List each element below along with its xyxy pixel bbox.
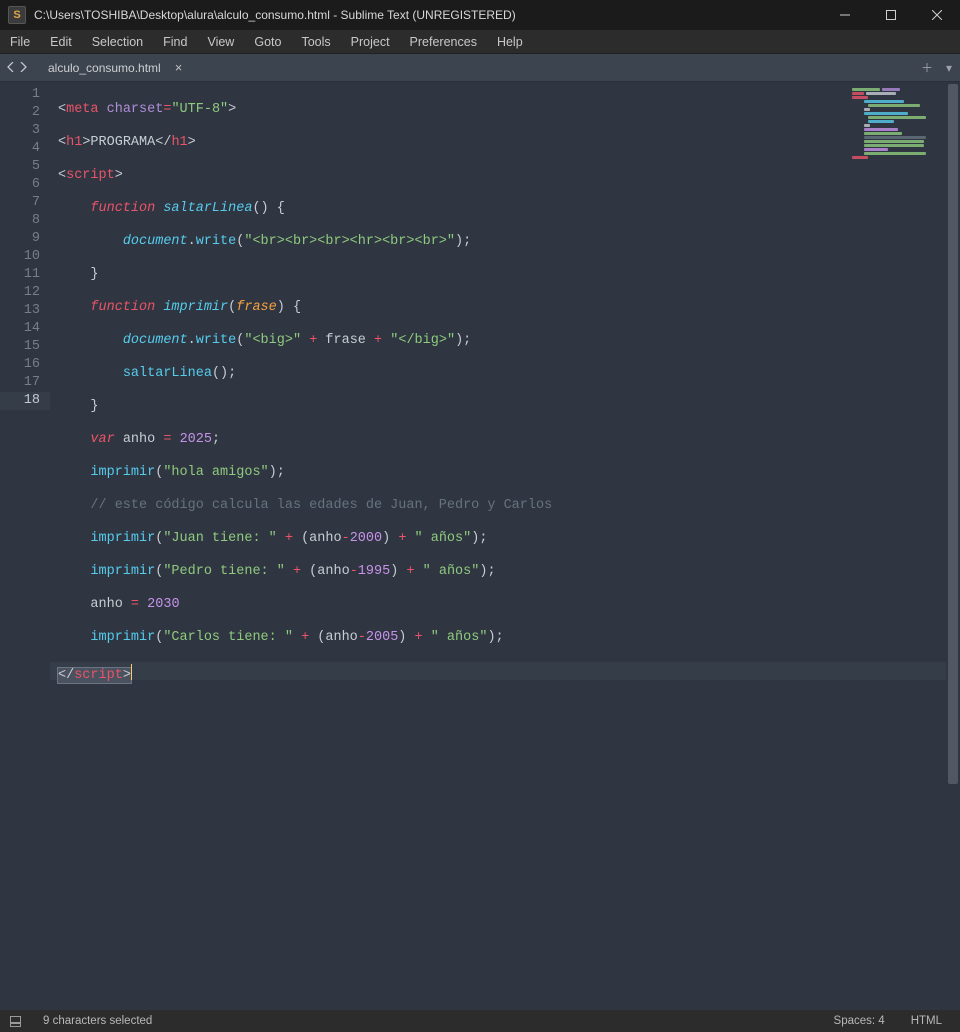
menu-bar: File Edit Selection Find View Goto Tools… <box>0 30 960 54</box>
menu-project[interactable]: Project <box>341 30 400 53</box>
line-number: 12 <box>0 284 50 302</box>
maximize-button[interactable] <box>868 0 914 30</box>
code-line[interactable]: imprimir("Carlos tiene: " + (anho-2005) … <box>50 629 960 647</box>
menu-selection[interactable]: Selection <box>82 30 153 53</box>
code-line[interactable]: // este código calcula las edades de Jua… <box>50 497 960 515</box>
code-line[interactable]: <meta charset="UTF-8"> <box>50 101 960 119</box>
status-syntax[interactable]: HTML <box>903 1015 950 1027</box>
menu-find[interactable]: Find <box>153 30 197 53</box>
line-number: 6 <box>0 176 50 194</box>
tab-close-icon[interactable]: × <box>175 61 183 74</box>
line-number: 9 <box>0 230 50 248</box>
line-number: 2 <box>0 104 50 122</box>
code-line[interactable]: } <box>50 398 960 416</box>
line-number: 15 <box>0 338 50 356</box>
menu-tools[interactable]: Tools <box>291 30 340 53</box>
title-bar: S C:\Users\TOSHIBA\Desktop\alura\alculo_… <box>0 0 960 30</box>
editor[interactable]: 1 2 3 4 5 6 7 8 9 10 11 12 13 14 15 16 1… <box>0 82 960 1010</box>
tab-menu-button[interactable]: ▾ <box>938 54 960 81</box>
code-line[interactable]: imprimir("hola amigos"); <box>50 464 960 482</box>
code-line[interactable]: saltarLinea(); <box>50 365 960 383</box>
menu-file[interactable]: File <box>0 30 40 53</box>
line-number: 17 <box>0 374 50 392</box>
code-line[interactable]: } <box>50 266 960 284</box>
line-number: 10 <box>0 248 50 266</box>
window-title: C:\Users\TOSHIBA\Desktop\alura\alculo_co… <box>34 8 822 22</box>
gutter: 1 2 3 4 5 6 7 8 9 10 11 12 13 14 15 16 1… <box>0 82 50 1010</box>
code-line[interactable]: imprimir("Pedro tiene: " + (anho-1995) +… <box>50 563 960 581</box>
tab-nav-prev-icon[interactable] <box>6 61 16 75</box>
line-number: 11 <box>0 266 50 284</box>
tab-add-button[interactable]: ＋ <box>916 54 938 81</box>
close-button[interactable] <box>914 0 960 30</box>
tab-strip: alculo_consumo.html × ＋ ▾ <box>0 54 960 82</box>
scrollbar-thumb[interactable] <box>948 84 958 784</box>
app-icon: S <box>8 6 26 24</box>
code-line[interactable]: function saltarLinea() { <box>50 200 960 218</box>
menu-help[interactable]: Help <box>487 30 533 53</box>
code-line[interactable]: <script> <box>50 167 960 185</box>
code-line[interactable]: imprimir("Juan tiene: " + (anho-2000) + … <box>50 530 960 548</box>
line-number: 4 <box>0 140 50 158</box>
app-icon-letter: S <box>13 9 20 21</box>
menu-preferences[interactable]: Preferences <box>400 30 487 53</box>
line-number: 7 <box>0 194 50 212</box>
window-controls <box>822 0 960 30</box>
vertical-scrollbar[interactable] <box>946 82 960 1010</box>
tab-nav-arrows <box>0 61 34 75</box>
status-bar: 9 characters selected Spaces: 4 HTML <box>0 1010 960 1032</box>
code-area[interactable]: <meta charset="UTF-8"> <h1>PROGRAMA</h1>… <box>50 82 960 1010</box>
line-number: 8 <box>0 212 50 230</box>
line-number: 5 <box>0 158 50 176</box>
tab-nav-next-icon[interactable] <box>18 61 28 75</box>
code-line[interactable]: function imprimir(frase) { <box>50 299 960 317</box>
tab-file[interactable]: alculo_consumo.html × <box>34 57 194 79</box>
menu-edit[interactable]: Edit <box>40 30 82 53</box>
minimap[interactable] <box>852 88 942 178</box>
code-line[interactable]: document.write("<big>" + frase + "</big>… <box>50 332 960 350</box>
line-number: 18 <box>0 392 50 410</box>
menu-goto[interactable]: Goto <box>244 30 291 53</box>
panel-switcher-icon[interactable] <box>10 1016 21 1027</box>
code-line[interactable]: </script> <box>50 662 960 680</box>
code-line[interactable]: <h1>PROGRAMA</h1> <box>50 134 960 152</box>
status-selection[interactable]: 9 characters selected <box>35 1015 160 1027</box>
line-number: 1 <box>0 86 50 104</box>
line-number: 13 <box>0 302 50 320</box>
line-number: 14 <box>0 320 50 338</box>
line-number: 16 <box>0 356 50 374</box>
line-number: 3 <box>0 122 50 140</box>
tab-label: alculo_consumo.html <box>48 61 161 75</box>
code-line[interactable]: document.write("<br><br><br><hr><br><br>… <box>50 233 960 251</box>
minimize-button[interactable] <box>822 0 868 30</box>
text-caret <box>131 664 132 680</box>
menu-view[interactable]: View <box>197 30 244 53</box>
status-indent[interactable]: Spaces: 4 <box>826 1015 893 1027</box>
code-line[interactable]: var anho = 2025; <box>50 431 960 449</box>
code-line[interactable]: anho = 2030 <box>50 596 960 614</box>
